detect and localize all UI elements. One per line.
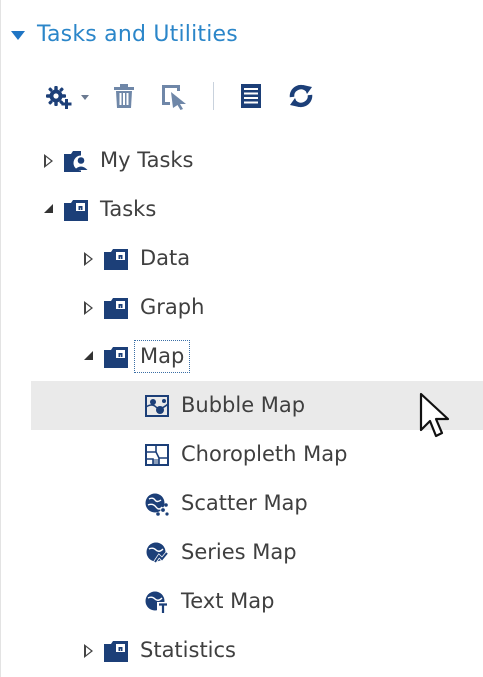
refresh-button[interactable] [286, 80, 316, 112]
task-folder-icon [103, 246, 129, 272]
list-view-icon [241, 84, 261, 108]
tree-item-statistics[interactable]: Statistics [1, 626, 483, 675]
tree-item-label: Series Map [181, 539, 297, 564]
expand-arrow-icon[interactable] [79, 250, 97, 268]
tree-item-graph[interactable]: Graph [1, 283, 483, 332]
tree-item-label: Tasks [100, 196, 157, 221]
delete-button[interactable] [111, 80, 137, 112]
trash-icon [114, 84, 134, 108]
bubble-map-icon [144, 393, 170, 419]
new-task-icon [46, 86, 72, 109]
tree-item-label: Graph [140, 294, 205, 319]
choropleth-map-icon [144, 442, 170, 468]
collapse-arrow-icon[interactable] [79, 348, 97, 366]
tree-item-label: Data [140, 245, 191, 270]
tree-item-label: Choropleth Map [181, 441, 348, 466]
tree-item-scatter-map[interactable]: Scatter Map [1, 479, 483, 528]
series-map-icon [144, 540, 170, 566]
tree-item-label: Bubble Map [181, 392, 306, 417]
dropdown-caret-icon [81, 95, 89, 100]
edit-properties-button[interactable] [159, 80, 189, 112]
tree-item-map[interactable]: Map [1, 332, 483, 381]
tasks-folder-icon [63, 197, 89, 223]
tree-item-text-map[interactable]: Text Map [1, 577, 483, 626]
tasks-tree: My Tasks Tasks Data Graph Map Bubble Map… [1, 136, 483, 675]
tree-item-label: Map [133, 339, 191, 374]
tree-item-label: Scatter Map [181, 490, 308, 515]
new-task-button[interactable] [45, 80, 89, 112]
tree-item-data[interactable]: Data [1, 234, 483, 283]
task-folder-icon [103, 638, 129, 664]
edit-properties-icon [162, 85, 186, 110]
tree-item-label: Text Map [181, 588, 275, 613]
collapse-triangle-icon[interactable] [11, 30, 25, 40]
text-map-icon [144, 589, 170, 615]
collapse-arrow-icon[interactable] [39, 201, 57, 219]
list-view-button[interactable] [238, 80, 264, 112]
refresh-icon [289, 84, 313, 108]
tree-item-bubble-map[interactable]: Bubble Map [31, 381, 483, 430]
tree-item-label: Statistics [140, 637, 236, 662]
tree-item-my-tasks[interactable]: My Tasks [1, 136, 483, 185]
tasks-and-utilities-panel: Tasks and Utilities My Tasks Tasks Data … [0, 0, 483, 677]
tree-item-choropleth-map[interactable]: Choropleth Map [1, 430, 483, 479]
toolbar-separator [213, 82, 214, 110]
scatter-map-icon [144, 491, 170, 517]
tree-item-tasks[interactable]: Tasks [1, 185, 483, 234]
my-tasks-folder-icon [63, 148, 89, 174]
expand-arrow-icon[interactable] [39, 152, 57, 170]
task-folder-icon [103, 344, 129, 370]
tasks-toolbar [45, 76, 316, 116]
tree-item-series-map[interactable]: Series Map [1, 528, 483, 577]
expand-arrow-icon[interactable] [79, 299, 97, 317]
tree-item-label: My Tasks [100, 147, 194, 172]
section-title: Tasks and Utilities [37, 21, 238, 47]
expand-arrow-icon[interactable] [79, 642, 97, 660]
section-header[interactable]: Tasks and Utilities [11, 16, 238, 52]
task-folder-icon [103, 295, 129, 321]
